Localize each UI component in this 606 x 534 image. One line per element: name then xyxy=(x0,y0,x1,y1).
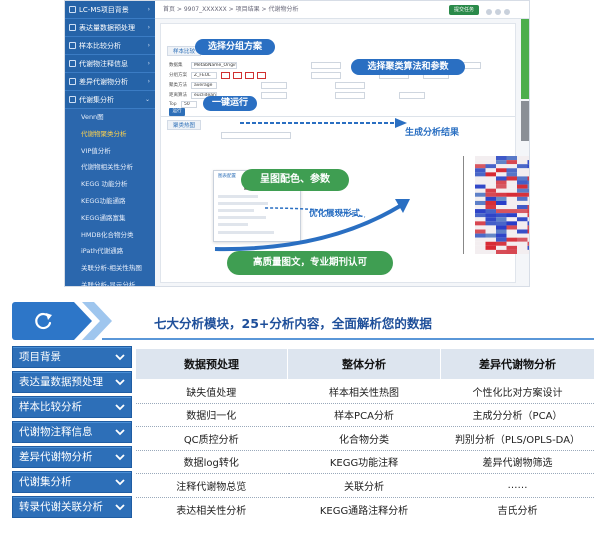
table-cell: 样本PCA分析 xyxy=(287,403,441,427)
table-row: 注释代谢物总览 关联分析…… xyxy=(135,473,595,498)
table-cell: 判别分析（PLS/OPLS-DA） xyxy=(440,426,595,451)
module-button[interactable]: 表达量数据预处理 xyxy=(12,371,132,393)
table-cell: 样本相关性热图 xyxy=(287,379,441,404)
table-cell: KEGG通路注释分析 xyxy=(287,497,441,521)
callout-gen-result: 生成分析结果 xyxy=(405,128,460,138)
table-cell: KEGG功能注释 xyxy=(287,450,441,474)
module-button-label: 代谢集分析 xyxy=(19,476,72,488)
chevron-down-icon xyxy=(115,404,125,411)
chevron-down-icon xyxy=(115,479,125,486)
table-header: 差异代谢物分析 xyxy=(440,348,595,380)
table-cell: 关联分析 xyxy=(287,473,441,498)
module-nav: 项目背景表达量数据预处理 样本比较分析 代谢物注释信息 差异代谢物分析 代谢集分析转录代… xyxy=(12,346,132,521)
table-cell: 化合物分类 xyxy=(287,426,441,451)
module-button-label: 表达量数据预处理 xyxy=(19,376,103,388)
section-banner: 七大分析模块，25+分析内容，全面解析您的数据 xyxy=(12,302,594,340)
table-row: QC质控分析 化合物分类 判别分析（PLS/OPLS-DA） xyxy=(135,426,595,451)
annotation-arrows xyxy=(214,118,410,252)
table-cell: 表达相关性分析 xyxy=(135,497,288,521)
module-button[interactable]: 转录代谢关联分析 xyxy=(12,496,132,518)
table-cell: …… xyxy=(440,473,595,498)
callout-group-scheme: 选择分组方案 xyxy=(195,39,275,55)
module-button-label: 代谢物注释信息 xyxy=(19,426,93,438)
table-row: 数据log转化 KEGG功能注释 差异代谢物筛选 xyxy=(135,450,595,474)
module-button[interactable]: 代谢集分析 xyxy=(12,471,132,493)
module-button[interactable]: 差异代谢物分析 xyxy=(12,446,132,468)
table-header: 数据预处理 xyxy=(135,348,288,380)
refresh-icon xyxy=(35,312,52,330)
table-header-row: 数据预处理 整体分析 差异代谢物分析 xyxy=(135,348,595,380)
callout-optimize-form: 优化展现形式 xyxy=(309,209,361,219)
module-button[interactable]: 样本比较分析 xyxy=(12,396,132,418)
module-button[interactable]: 项目背景 xyxy=(12,346,132,368)
table-row: 表达相关性分析 KEGG通路注释分析 吉氏分析 xyxy=(135,497,595,521)
banner-title: 七大分析模块，25+分析内容，全面解析您的数据 xyxy=(154,316,432,331)
table-cell: 数据log转化 xyxy=(135,450,288,474)
module-button-label: 转录代谢关联分析 xyxy=(19,501,103,513)
table-cell: 注释代谢物总览 xyxy=(135,473,288,498)
callout-cluster-algo: 选择聚类算法和参数 xyxy=(351,59,465,75)
chevron-down-icon xyxy=(115,504,125,511)
chevron-down-icon xyxy=(115,429,125,436)
table-cell: 个性化比对方案设计 xyxy=(440,379,595,404)
module-table: 数据预处理 整体分析 差异代谢物分析 缺失值处理 样本相关性热图 个性化比对方案设计… xyxy=(135,348,595,521)
table-cell: 主成分分析（PCA） xyxy=(440,403,595,427)
callout-one-click-run: 一键运行 xyxy=(203,96,257,111)
chevron-down-icon xyxy=(115,379,125,386)
table-cell: QC质控分析 xyxy=(135,426,288,451)
software-screenshot: LC-MS项目背景 › 表达量数据预处理 › 样本比较分析 › 代谢物注释信息 › 差异… xyxy=(64,0,530,287)
module-button[interactable]: 代谢物注释信息 xyxy=(12,421,132,443)
table-cell: 差异代谢物筛选 xyxy=(440,450,595,474)
callout-color-params: 呈图配色、参数 xyxy=(241,169,349,191)
module-button-label: 项目背景 xyxy=(19,351,61,363)
module-button-label: 样本比较分析 xyxy=(19,401,82,413)
table-cell: 吉氏分析 xyxy=(440,497,595,521)
table-cell: 数据归一化 xyxy=(135,403,288,427)
table-row: 数据归一化 样本PCA分析 主成分分析（PCA） xyxy=(135,403,595,427)
table-cell: 缺失值处理 xyxy=(135,379,288,404)
module-button-label: 差异代谢物分析 xyxy=(19,451,93,463)
chevron-down-icon xyxy=(115,354,125,361)
table-row: 缺失值处理 样本相关性热图 个性化比对方案设计 xyxy=(135,379,595,404)
table-header: 整体分析 xyxy=(287,348,441,380)
callout-high-quality: 高质量图文，专业期刊认可 xyxy=(227,251,393,275)
chevron-down-icon xyxy=(115,454,125,461)
